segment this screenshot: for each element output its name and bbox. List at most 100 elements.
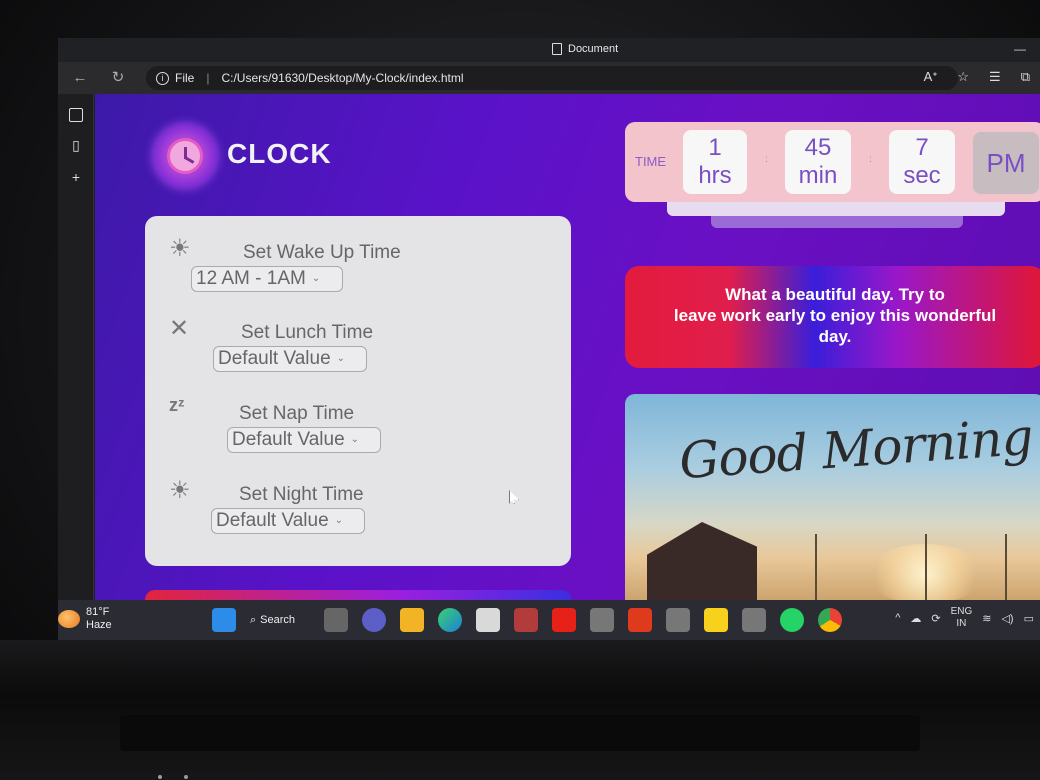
back-arrow-icon[interactable]: ← <box>70 68 90 88</box>
office-icon[interactable] <box>628 608 652 632</box>
browser-toolbar: Aᐩ ☆ ☰ ⧉ <box>924 69 1030 85</box>
clock-face <box>167 138 203 174</box>
good-morning-image: Good Morning <box>625 394 1040 600</box>
message-line-3: day. <box>818 327 852 346</box>
laptop-hinge <box>120 715 920 751</box>
refresh-icon[interactable]: ↻ <box>108 68 128 88</box>
info-icon[interactable]: i <box>156 71 169 85</box>
wifi-icon[interactable]: ≋ <box>982 612 991 625</box>
tab-actions-icon[interactable] <box>69 108 83 122</box>
windows-taskbar: 81°F Haze ⌕ Search ^ ☁ ⟳ ENG IN ≋ ◁) ▭ <box>58 600 1040 640</box>
region-code: IN <box>956 618 967 629</box>
app-f-icon[interactable] <box>742 608 766 632</box>
set-alarm-button[interactable] <box>145 590 571 600</box>
alarm-label: Set Night Time <box>239 484 364 505</box>
seconds-value: 7 <box>915 134 929 161</box>
laptop-bezel <box>0 640 1040 780</box>
url-separator: | <box>206 71 210 85</box>
cloud-icon[interactable]: ☁ <box>910 612 921 625</box>
tree-trunk <box>925 534 927 600</box>
weather-condition: Haze <box>86 619 112 631</box>
minutes-box: 45 min <box>785 130 851 194</box>
select-value: Default Value <box>232 429 345 450</box>
app-s-icon[interactable] <box>590 608 614 632</box>
house-silhouette <box>647 522 757 600</box>
chevron-up-icon[interactable]: ^ <box>895 612 900 624</box>
microsoft-store-icon[interactable] <box>476 608 500 632</box>
file-explorer-icon[interactable] <box>400 608 424 632</box>
app-m-icon[interactable] <box>666 608 690 632</box>
colon-separator: : <box>869 154 872 165</box>
vertical-tabs-sidebar: ▯ + <box>58 94 94 600</box>
wake-time-select[interactable]: 12 AM - 1AM ⌄ <box>191 266 343 292</box>
weather-widget[interactable]: 81°F Haze <box>58 606 112 632</box>
time-card-shadow <box>667 202 1005 216</box>
flipkart-icon[interactable] <box>704 608 728 632</box>
time-display-card: TIME 1 hrs : 45 min : 7 sec PM <box>625 122 1040 202</box>
brand-title: CLOCK <box>227 138 332 169</box>
search-icon: ⌕ <box>250 613 257 626</box>
chevron-down-icon: ⌄ <box>350 434 360 445</box>
language-indicator[interactable]: ENG IN <box>951 606 973 630</box>
taskbar-apps: ⌕ Search <box>212 608 842 632</box>
read-aloud-icon[interactable]: Aᐩ <box>924 69 938 85</box>
app-icon[interactable] <box>514 608 538 632</box>
minutes-unit: min <box>798 162 838 189</box>
seconds-box: 7 sec <box>889 130 955 194</box>
collections-icon[interactable]: ⧉ <box>1021 69 1030 85</box>
page-tab-icon[interactable]: ▯ <box>69 138 83 152</box>
language-code: ENG <box>950 606 973 617</box>
battery-icon[interactable]: ▭ <box>1024 612 1034 625</box>
search-label: Search <box>260 614 296 626</box>
weather-sun-haze-icon <box>58 610 80 628</box>
teams-chat-icon[interactable] <box>362 608 386 632</box>
seconds-unit: sec <box>903 162 941 189</box>
time-label: TIME <box>635 154 667 169</box>
minutes-value: 45 <box>804 134 832 161</box>
greeting-message-card: What a beautiful day. Try to leave work … <box>625 266 1040 368</box>
nap-time-select[interactable]: Default Value ⌄ <box>227 427 381 453</box>
message-line-1: What a beautiful day. Try to <box>725 285 945 304</box>
hours-value: 1 <box>708 134 722 161</box>
youtube-icon[interactable] <box>552 608 576 632</box>
select-value: Default Value <box>218 348 331 369</box>
whatsapp-icon[interactable] <box>780 608 804 632</box>
url-text[interactable]: C:/Users/91630/Desktop/My-Clock/index.ht… <box>221 71 463 85</box>
page-viewport: CLOCK ☀ Set Wake Up Time 12 AM - 1AM ⌄ ✕… <box>95 94 1040 600</box>
volume-icon[interactable]: ◁) <box>1001 612 1013 625</box>
lunch-time-select[interactable]: Default Value ⌄ <box>213 346 367 372</box>
screen: Document — ← ↻ i File | C:/Users/91630/D… <box>58 38 1040 640</box>
colon-separator: : <box>765 154 768 165</box>
edge-browser-icon[interactable] <box>438 608 462 632</box>
alarm-label: Set Wake Up Time <box>243 242 401 263</box>
fork-knife-icon: ✕ <box>169 315 190 342</box>
chevron-down-icon: ⌄ <box>336 353 346 364</box>
time-card-shadow-2 <box>711 216 963 228</box>
alarm-row-nap: zᶻ Set Nap Time Default Value ⌄ <box>145 395 571 465</box>
chevron-down-icon: ⌄ <box>334 515 344 526</box>
window-title: Document <box>552 43 618 55</box>
favorite-add-icon[interactable]: ☆ <box>957 69 969 85</box>
select-value: Default Value <box>216 510 329 531</box>
ampm-box: PM <box>973 132 1039 194</box>
alarm-settings-card: ☀ Set Wake Up Time 12 AM - 1AM ⌄ ✕ Set L… <box>145 216 571 566</box>
alarm-row-wake: ☀ Set Wake Up Time 12 AM - 1AM ⌄ <box>145 234 571 304</box>
minimize-button[interactable]: — <box>1014 42 1026 56</box>
task-view-icon[interactable] <box>324 608 348 632</box>
alarm-row-night: ☀ Set Night Time Default Value ⌄ <box>145 476 571 546</box>
new-tab-icon[interactable]: + <box>69 170 83 184</box>
sun-icon: ☀ <box>169 477 191 504</box>
favorites-icon[interactable]: ☰ <box>989 69 1001 85</box>
chevron-down-icon: ⌄ <box>311 273 321 284</box>
select-value: 12 AM - 1AM <box>196 268 306 289</box>
zzz-icon: zᶻ <box>169 395 185 415</box>
night-time-select[interactable]: Default Value ⌄ <box>211 508 365 534</box>
chrome-icon[interactable] <box>818 608 842 632</box>
sync-icon[interactable]: ⟳ <box>931 612 940 625</box>
address-bar-row: ← ↻ i File | C:/Users/91630/Desktop/My-C… <box>58 62 1040 94</box>
address-bar[interactable]: i File | C:/Users/91630/Desktop/My-Clock… <box>146 66 958 90</box>
tree-trunk <box>815 534 817 600</box>
taskbar-search[interactable]: ⌕ Search <box>250 614 310 627</box>
windows-start-icon[interactable] <box>212 608 236 632</box>
temperature: 81°F <box>86 606 110 618</box>
